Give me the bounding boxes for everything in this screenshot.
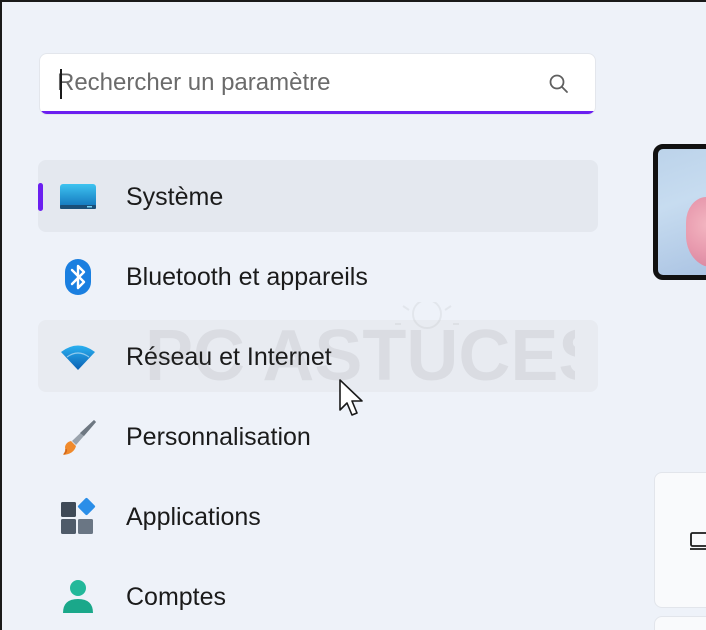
sidebar-item-personnalisation[interactable]: Personnalisation — [38, 400, 598, 472]
sidebar-item-label: Comptes — [126, 583, 227, 611]
sidebar-item-bluetooth[interactable]: Bluetooth et appareils — [38, 240, 598, 312]
settings-window: Système Bluetooth et appareils Résea — [0, 0, 706, 630]
sidebar-item-label: Applications — [126, 503, 261, 531]
monitor-icon — [60, 184, 96, 209]
sidebar-item-label: Personnalisation — [126, 423, 311, 451]
wifi-icon — [61, 345, 95, 370]
sidebar-item-label: Réseau et Internet — [126, 343, 332, 371]
sidebar-item-label: Bluetooth et appareils — [126, 263, 368, 291]
wallpaper-bloom — [686, 197, 706, 267]
sidebar-item-applications[interactable]: Applications — [38, 480, 598, 552]
sidebar-nav: Système Bluetooth et appareils Réseau et… — [38, 160, 598, 630]
sidebar-item-reseau[interactable]: Réseau et Internet — [38, 320, 598, 392]
settings-card[interactable] — [654, 616, 706, 630]
sidebar-item-label: Système — [126, 183, 224, 211]
search-input[interactable] — [57, 54, 527, 112]
apps-icon — [61, 497, 96, 534]
paintbrush-icon — [63, 420, 96, 455]
account-icon — [63, 580, 93, 613]
wallpaper-thumbnail[interactable] — [653, 144, 706, 280]
text-caret — [60, 69, 62, 99]
sidebar-item-systeme[interactable]: Système — [38, 160, 598, 232]
sidebar-item-comptes[interactable]: Comptes — [38, 560, 598, 630]
search-box[interactable] — [39, 53, 596, 115]
storage-icon — [690, 532, 706, 550]
bluetooth-icon — [65, 259, 91, 295]
mouse-cursor-icon — [339, 379, 363, 416]
search-icon[interactable] — [547, 72, 571, 96]
selection-indicator — [38, 183, 43, 211]
